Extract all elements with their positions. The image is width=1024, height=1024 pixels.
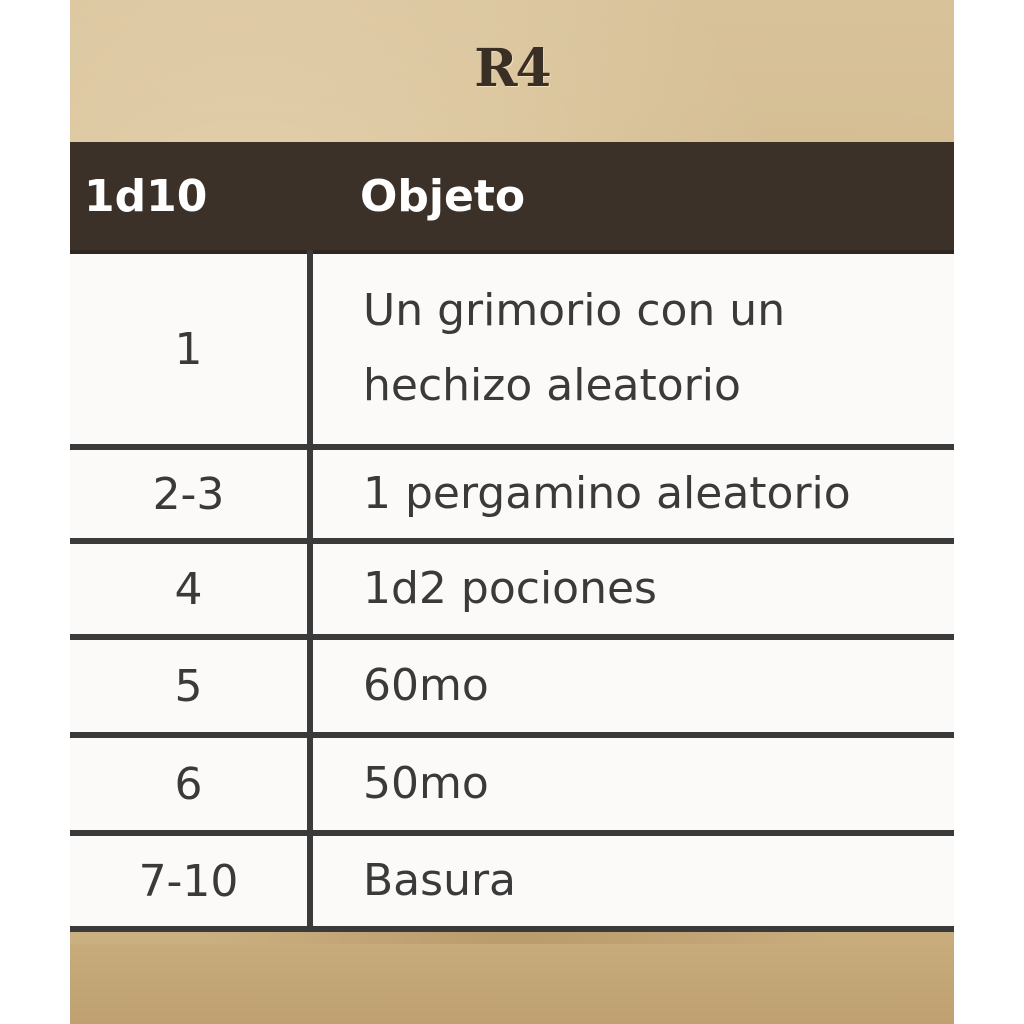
item-cell: 50mo xyxy=(310,735,954,836)
card-code: R4 xyxy=(474,38,551,99)
item-cell: 60mo xyxy=(310,637,954,738)
item-cell: Basura xyxy=(310,833,954,932)
parchment-bottom-strip xyxy=(70,944,954,1024)
header-item: Objeto xyxy=(310,142,954,254)
loot-card: R4 1d10 Objeto 1 Un grimorio con un hech… xyxy=(70,0,954,1024)
roll-cell: 2-3 xyxy=(70,447,313,544)
roll-cell: 4 xyxy=(70,541,313,640)
item-cell: 1 pergamino aleatorio xyxy=(310,447,954,544)
roll-cell: 7-10 xyxy=(70,833,313,932)
roll-cell: 5 xyxy=(70,637,313,738)
item-cell: Un grimorio con un hechizo aleatorio xyxy=(310,252,954,450)
item-text: Un grimorio con un hechizo aleatorio xyxy=(363,285,786,411)
table-row: 5 60mo xyxy=(70,637,954,738)
table-row: 1 Un grimorio con un hechizo aleatorio xyxy=(70,252,954,450)
table-row: 6 50mo xyxy=(70,735,954,836)
roll-cell: 1 xyxy=(70,252,313,450)
table-row: 7-10 Basura xyxy=(70,833,954,932)
table-row: 2-3 1 pergamino aleatorio xyxy=(70,447,954,544)
header-roll: 1d10 xyxy=(70,142,310,254)
item-cell: 1d2 pociones xyxy=(310,541,954,640)
loot-table: 1d10 Objeto 1 Un grimorio con un hechizo… xyxy=(70,142,954,932)
table-row: 4 1d2 pociones xyxy=(70,541,954,640)
roll-cell: 6 xyxy=(70,735,313,836)
table-header-row: 1d10 Objeto xyxy=(70,142,954,254)
